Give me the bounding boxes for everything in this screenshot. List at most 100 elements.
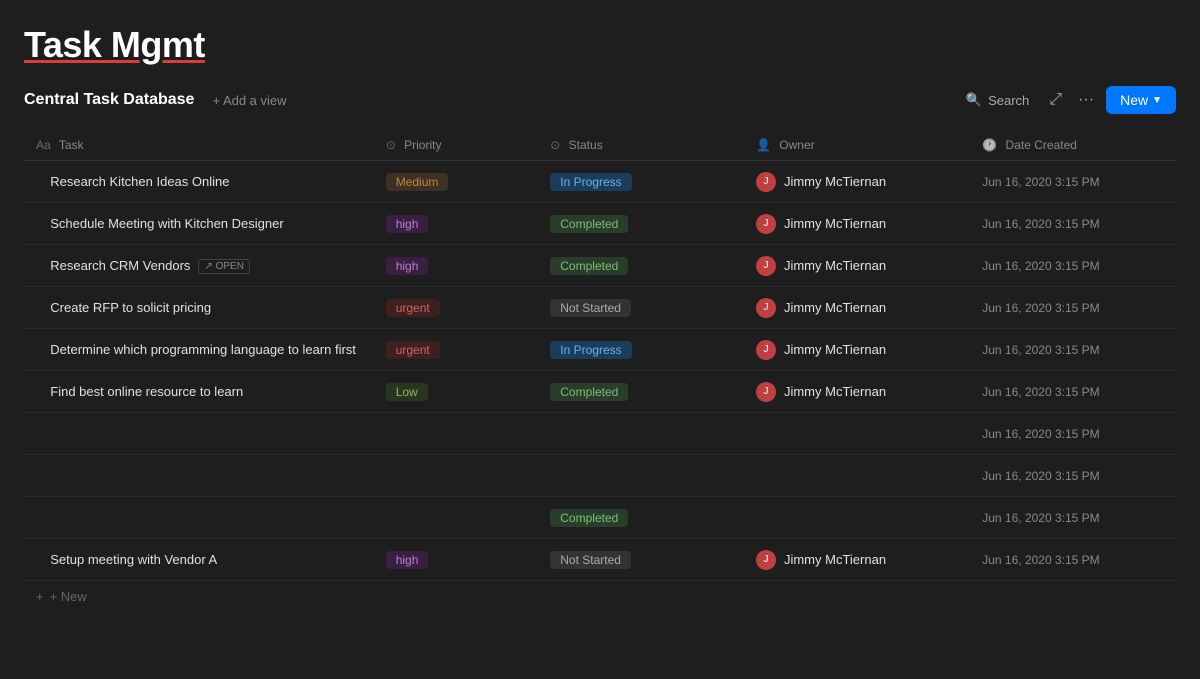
- owner-cell: J Jimmy McTiernan: [744, 203, 970, 245]
- owner-info: JJimmy McTiernan: [756, 550, 958, 570]
- add-new-row[interactable]: + + New: [24, 581, 1176, 612]
- date-cell: Jun 16, 2020 3:15 PM: [970, 287, 1176, 329]
- db-title: Central Task Database: [24, 91, 194, 109]
- expand-icon: ⤢: [1049, 91, 1062, 108]
- date-cell: Jun 16, 2020 3:15 PM: [970, 203, 1176, 245]
- owner-name: Jimmy McTiernan: [784, 300, 886, 315]
- plus-icon: +: [36, 589, 44, 604]
- new-button[interactable]: New ▼: [1106, 86, 1176, 114]
- search-label: Search: [988, 93, 1029, 108]
- status-cell: In Progress: [538, 329, 744, 371]
- date-cell: Jun 16, 2020 3:15 PM: [970, 413, 1176, 455]
- owner-info: JJimmy McTiernan: [756, 298, 958, 318]
- status-badge: Not Started: [550, 299, 631, 317]
- table-header: Aa Task ⊙ Priority ⊙ Status 👤 Owner: [24, 130, 1176, 161]
- status-badge: In Progress: [550, 173, 631, 191]
- col-header-task: Aa Task: [24, 130, 374, 161]
- chevron-down-icon: ▼: [1152, 95, 1162, 106]
- owner-name: Jimmy McTiernan: [784, 258, 886, 273]
- table-row[interactable]: ⠿ Completed Jun 16, 2020 3:15 PM: [24, 497, 1176, 539]
- task-table: Aa Task ⊙ Priority ⊙ Status 👤 Owner: [24, 130, 1176, 581]
- table-row[interactable]: ⠿Create RFP to solicit pricingurgentNot …: [24, 287, 1176, 329]
- task-cell: ⠿Research Kitchen Ideas Online: [24, 161, 374, 203]
- owner-cell: [744, 455, 970, 497]
- avatar: J: [756, 214, 776, 234]
- status-cell: In Progress: [538, 161, 744, 203]
- owner-info: J Jimmy McTiernan: [756, 256, 958, 276]
- owner-name: Jimmy McTiernan: [784, 342, 886, 357]
- owner-info: JJimmy McTiernan: [756, 340, 958, 360]
- table-row[interactable]: ⠿Find best online resource to learnLowCo…: [24, 371, 1176, 413]
- avatar: J: [756, 256, 776, 276]
- table-wrapper: Aa Task ⊙ Priority ⊙ Status 👤 Owner: [24, 130, 1176, 612]
- col-header-status: ⊙ Status: [538, 130, 744, 161]
- date-cell: Jun 16, 2020 3:15 PM: [970, 497, 1176, 539]
- expand-button[interactable]: ⤢: [1045, 87, 1066, 113]
- date-cell: Jun 16, 2020 3:15 PM: [970, 161, 1176, 203]
- toolbar-right: 🔍 Search ⤢ ··· New ▼: [958, 86, 1176, 114]
- priority-badge: Medium: [386, 173, 449, 191]
- priority-cell: urgent: [374, 329, 539, 371]
- owner-name: Jimmy McTiernan: [784, 216, 886, 231]
- search-icon: 🔍: [966, 92, 982, 108]
- status-badge: In Progress: [550, 341, 631, 359]
- task-cell: ⠿Setup meeting with Vendor A: [24, 539, 374, 581]
- task-cell: ⠿Schedule Meeting with Kitchen Designer: [24, 203, 374, 245]
- task-name: Research CRM Vendors: [50, 258, 190, 273]
- task-name: Find best online resource to learn: [50, 384, 243, 399]
- col-priority-label: Priority: [404, 138, 441, 152]
- status-cell: Completed: [538, 497, 744, 539]
- col-date-label: Date Created: [1006, 138, 1077, 152]
- col-task-label: Task: [59, 138, 84, 152]
- priority-cell: high: [374, 539, 539, 581]
- table-row[interactable]: ⠿Determine which programming language to…: [24, 329, 1176, 371]
- more-icon: ···: [1078, 91, 1094, 108]
- task-name: Setup meeting with Vendor A: [50, 552, 217, 567]
- table-row[interactable]: ⠿Setup meeting with Vendor AhighNot Star…: [24, 539, 1176, 581]
- status-cell: Completed: [538, 203, 744, 245]
- priority-cell: Low: [374, 371, 539, 413]
- owner-name: Jimmy McTiernan: [784, 174, 886, 189]
- task-cell: ⠿: [24, 497, 374, 539]
- task-cell: ⠿: [24, 413, 374, 455]
- add-view-button[interactable]: + Add a view: [206, 90, 292, 111]
- priority-badge: Low: [386, 383, 428, 401]
- col-header-owner: 👤 Owner: [744, 130, 970, 161]
- status-badge: Completed: [550, 257, 628, 275]
- col-status-label: Status: [569, 138, 603, 152]
- priority-badge: high: [386, 215, 429, 233]
- status-badge: Completed: [550, 383, 628, 401]
- priority-badge: urgent: [386, 299, 440, 317]
- more-button[interactable]: ···: [1074, 87, 1098, 113]
- priority-cell: urgent: [374, 287, 539, 329]
- priority-badge: high: [386, 257, 429, 275]
- owner-cell: JJimmy McTiernan: [744, 539, 970, 581]
- table-row[interactable]: ⠿Schedule Meeting with Kitchen Designer h…: [24, 203, 1176, 245]
- owner-cell: [744, 497, 970, 539]
- priority-badge: high: [386, 551, 429, 569]
- priority-cell: high: [374, 245, 539, 287]
- owner-name: Jimmy McTiernan: [784, 552, 886, 567]
- new-label: New: [1120, 92, 1148, 108]
- text-icon: Aa: [36, 138, 51, 152]
- status-col-icon: ⊙: [550, 138, 560, 152]
- date-cell: Jun 16, 2020 3:15 PM: [970, 245, 1176, 287]
- avatar: J: [756, 172, 776, 192]
- col-header-date: 🕐 Date Created: [970, 130, 1176, 161]
- table-row[interactable]: ⠿Research CRM Vendors↗ OPENhighCompleted…: [24, 245, 1176, 287]
- date-cell: Jun 16, 2020 3:15 PM: [970, 539, 1176, 581]
- table-row[interactable]: ⠿Research Kitchen Ideas Online Medium In P…: [24, 161, 1176, 203]
- open-badge[interactable]: ↗ OPEN: [198, 259, 250, 274]
- status-cell: Not Started: [538, 287, 744, 329]
- priority-cell: high: [374, 203, 539, 245]
- table-row[interactable]: ⠿Jun 16, 2020 3:15 PM: [24, 455, 1176, 497]
- search-button[interactable]: 🔍 Search: [958, 88, 1037, 112]
- status-cell: [538, 413, 744, 455]
- avatar: J: [756, 382, 776, 402]
- date-cell: Jun 16, 2020 3:15 PM: [970, 329, 1176, 371]
- app-container: Task Mgmt Central Task Database + Add a …: [0, 0, 1200, 612]
- priority-cell: [374, 413, 539, 455]
- table-row[interactable]: ⠿ Jun 16, 2020 3:15 PM: [24, 413, 1176, 455]
- priority-cell: Medium: [374, 161, 539, 203]
- status-badge: Completed: [550, 215, 628, 233]
